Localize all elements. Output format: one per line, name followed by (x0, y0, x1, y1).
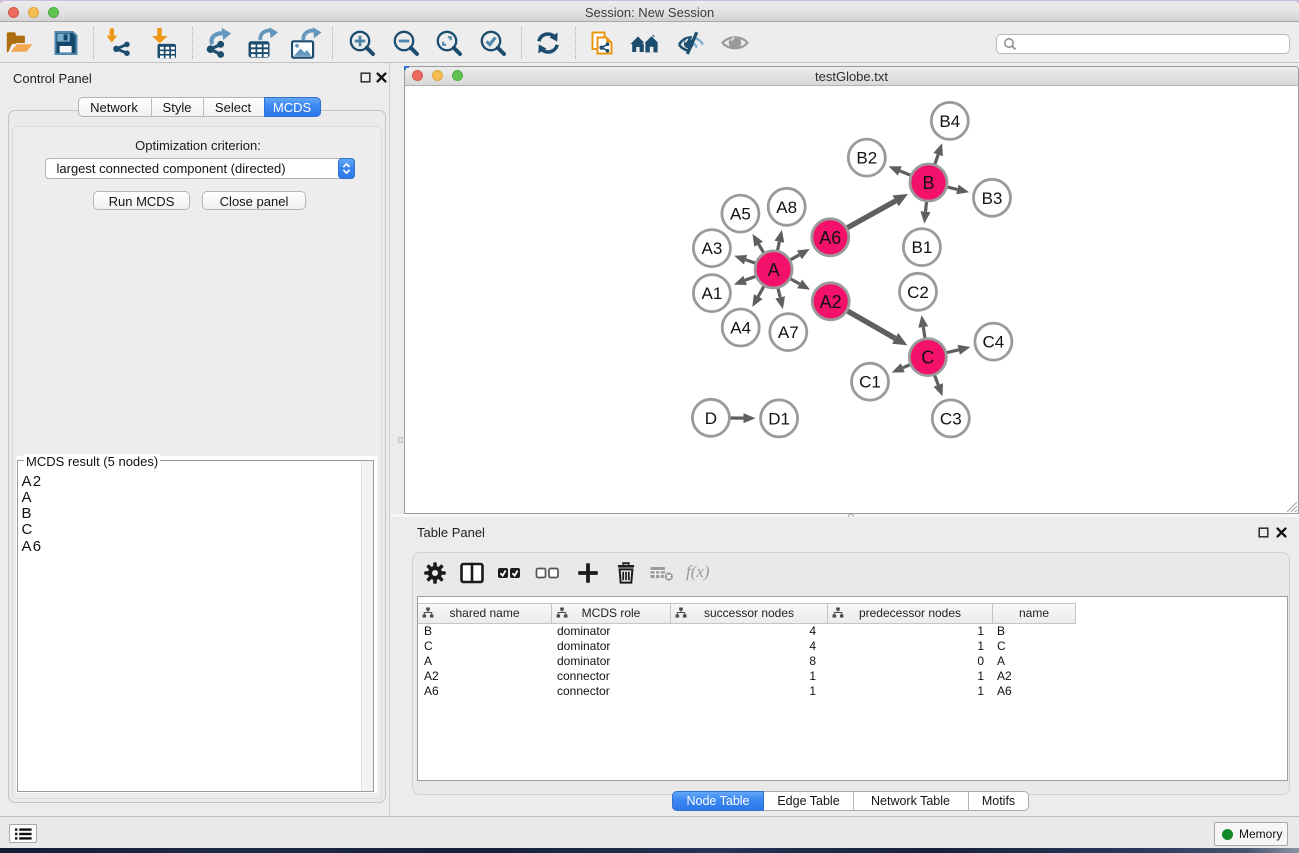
svg-text:D: D (705, 409, 717, 428)
svg-text:D1: D1 (768, 409, 790, 428)
svg-text:A6: A6 (819, 228, 841, 248)
svg-text:B: B (922, 173, 934, 193)
svg-text:A3: A3 (702, 239, 723, 258)
svg-text:A7: A7 (778, 323, 799, 342)
svg-text:C1: C1 (859, 373, 881, 392)
svg-text:A: A (768, 260, 780, 280)
svg-text:C3: C3 (940, 409, 962, 428)
svg-text:B3: B3 (982, 189, 1003, 208)
svg-text:B2: B2 (856, 149, 877, 168)
svg-text:C4: C4 (983, 333, 1005, 352)
svg-text:A5: A5 (730, 205, 751, 224)
svg-text:C: C (921, 348, 934, 368)
svg-text:C2: C2 (907, 283, 929, 302)
svg-text:A1: A1 (702, 284, 723, 303)
svg-text:B1: B1 (912, 238, 933, 257)
svg-text:A2: A2 (820, 292, 842, 312)
svg-text:A4: A4 (730, 319, 751, 338)
svg-text:A8: A8 (776, 198, 797, 217)
svg-text:B4: B4 (939, 112, 960, 131)
